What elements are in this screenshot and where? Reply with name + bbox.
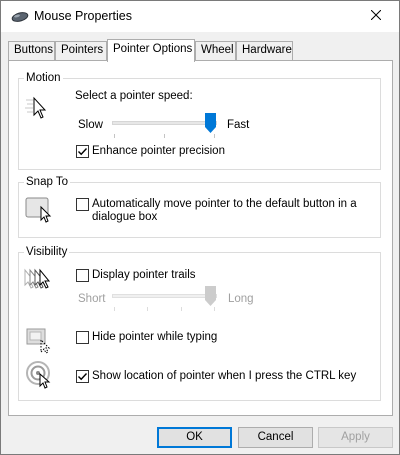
mouse-properties-window: Mouse Properties Buttons Pointers Pointe… <box>0 0 400 455</box>
close-button[interactable] <box>353 1 399 32</box>
tab-wheel[interactable]: Wheel <box>195 41 236 61</box>
pointer-speed-slider-thumb[interactable] <box>205 113 216 133</box>
pointer-trails-icon <box>23 267 55 298</box>
fast-label: Fast <box>227 119 250 131</box>
speed-tick <box>164 134 165 138</box>
visibility-group: Visibility Display pointer trails Short … <box>18 245 381 401</box>
pointer-speed-icon <box>24 95 50 124</box>
tab-pointer-options[interactable]: Pointer Options <box>107 39 195 62</box>
apply-button[interactable]: Apply <box>318 427 393 448</box>
hide-pointer-checkbox[interactable] <box>76 331 89 344</box>
mouse-icon <box>11 11 29 23</box>
window-title: Mouse Properties <box>34 9 132 23</box>
tab-buttons[interactable]: Buttons <box>8 41 55 61</box>
motion-group-title: Motion <box>24 71 63 85</box>
show-location-label[interactable]: Show location of pointer when I press th… <box>92 370 356 382</box>
tab-hardware[interactable]: Hardware <box>236 41 293 61</box>
speed-tick <box>214 134 215 138</box>
title-bar[interactable]: Mouse Properties <box>1 1 399 32</box>
pointer-trails-checkbox[interactable] <box>76 269 89 282</box>
show-location-icon <box>25 360 55 393</box>
snap-to-label-line2[interactable]: dialogue box <box>92 211 157 223</box>
snap-to-icon <box>25 195 55 226</box>
trails-tick <box>114 307 115 311</box>
enhance-precision-checkbox[interactable] <box>76 145 89 158</box>
long-label: Long <box>228 293 254 305</box>
pointer-options-panel: Motion Select a pointer speed: Slow Fast <box>8 60 393 416</box>
snap-to-group-title: Snap To <box>24 175 70 189</box>
tab-pointers[interactable]: Pointers <box>55 41 107 61</box>
snap-to-label-line1[interactable]: Automatically move pointer to the defaul… <box>92 198 357 210</box>
ok-button[interactable]: OK <box>157 427 232 448</box>
visibility-group-title: Visibility <box>24 245 70 259</box>
trails-tick <box>147 307 148 311</box>
pointer-trails-track <box>112 294 217 298</box>
slow-label: Slow <box>78 119 103 131</box>
hide-pointer-label[interactable]: Hide pointer while typing <box>92 331 217 343</box>
close-icon <box>370 9 382 23</box>
trails-tick <box>181 307 182 311</box>
trails-tick <box>214 307 215 311</box>
short-label: Short <box>78 293 106 305</box>
hide-pointer-icon <box>26 328 54 357</box>
pointer-speed-track[interactable] <box>112 121 217 125</box>
pointer-trails-slider-thumb <box>205 286 216 306</box>
pointer-speed-label: Select a pointer speed: <box>75 90 193 102</box>
cancel-button[interactable]: Cancel <box>238 427 313 448</box>
show-location-checkbox[interactable] <box>76 370 89 383</box>
pointer-trails-label[interactable]: Display pointer trails <box>92 269 196 281</box>
enhance-precision-label[interactable]: Enhance pointer precision <box>92 145 225 157</box>
speed-tick <box>114 134 115 138</box>
snap-to-checkbox[interactable] <box>76 198 89 211</box>
snap-to-group: Snap To Automatically move pointer to th… <box>18 175 381 238</box>
motion-group: Motion Select a pointer speed: Slow Fast <box>18 71 381 170</box>
